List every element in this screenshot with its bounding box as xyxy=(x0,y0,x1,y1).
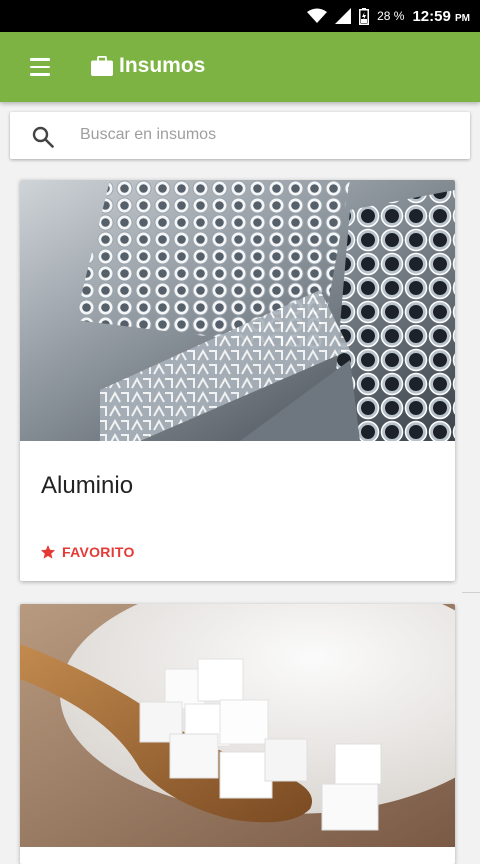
favorite-button[interactable]: FAVORITO xyxy=(40,544,135,560)
divider xyxy=(462,592,480,593)
search-input[interactable] xyxy=(80,120,450,150)
clock: 12:59 PM xyxy=(412,7,470,25)
sugar-cubes-photo xyxy=(20,604,455,847)
card-item-2[interactable] xyxy=(20,604,455,864)
briefcase-icon xyxy=(91,56,113,76)
status-bar: 28 % 12:59 PM xyxy=(0,0,480,32)
page-title: Insumos xyxy=(119,54,206,77)
aluminum-tubes-photo xyxy=(20,180,455,441)
star-icon xyxy=(40,545,56,559)
menu-icon[interactable] xyxy=(22,53,58,81)
app-bar: Insumos xyxy=(0,32,480,102)
search-icon[interactable] xyxy=(32,126,54,148)
search-bar[interactable] xyxy=(10,112,470,159)
battery-icon xyxy=(359,7,370,25)
card-aluminio[interactable]: Aluminio FAVORITO xyxy=(20,180,455,581)
battery-percent: 28 % xyxy=(377,9,405,23)
favorite-label: FAVORITO xyxy=(62,544,135,560)
wifi-icon xyxy=(307,8,328,23)
card-title: Aluminio xyxy=(41,472,134,499)
signal-icon xyxy=(335,8,352,24)
app-title-group: Insumos xyxy=(91,54,205,78)
